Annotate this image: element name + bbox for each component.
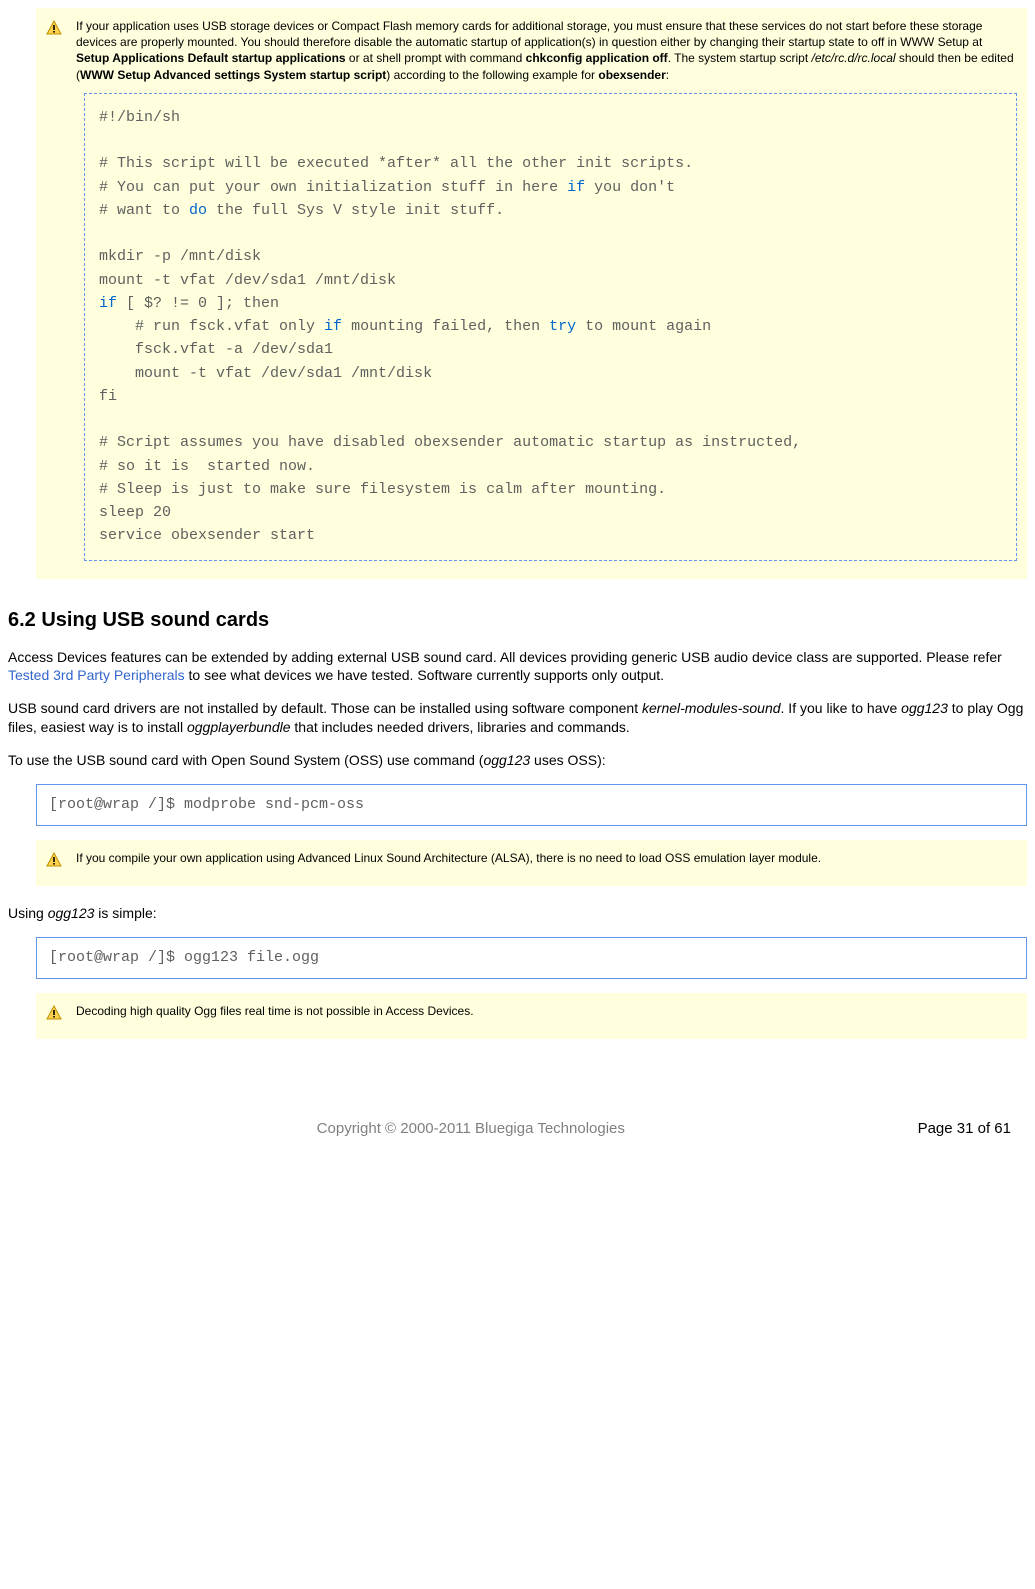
warning-icon — [46, 852, 62, 868]
warning-icon — [46, 1005, 62, 1021]
warning-note-decoding: Decoding high quality Ogg files real tim… — [36, 993, 1027, 1039]
warning-note-alsa: If you compile your own application usin… — [36, 840, 1027, 886]
paragraph-drivers: USB sound card drivers are not installed… — [8, 699, 1027, 737]
paragraph-ogg-simple: Using ogg123 is simple: — [8, 904, 1027, 923]
page-footer: Copyright © 2000-2011 Bluegiga Technolog… — [8, 1119, 1027, 1139]
paragraph-intro: Access Devices features can be extended … — [8, 648, 1027, 686]
warning-icon — [46, 20, 62, 36]
section-heading: 6.2 Using USB sound cards — [8, 607, 1027, 634]
code-block-startup-script: #!/bin/sh # This script will be executed… — [84, 93, 1017, 561]
command-modprobe: [root@wrap /]$ modprobe snd-pcm-oss — [36, 784, 1027, 826]
warning-text: If your application uses USB storage dev… — [76, 18, 1017, 83]
warning-text: If you compile your own application usin… — [76, 850, 821, 866]
footer-page-number: Page 31 of 61 — [918, 1119, 1011, 1139]
warning-text: Decoding high quality Ogg files real tim… — [76, 1003, 474, 1019]
paragraph-oss: To use the USB sound card with Open Soun… — [8, 751, 1027, 770]
warning-note-usb-storage: If your application uses USB storage dev… — [36, 8, 1027, 579]
link-tested-peripherals[interactable]: Tested 3rd Party Peripherals — [8, 667, 185, 683]
footer-copyright: Copyright © 2000-2011 Bluegiga Technolog… — [24, 1119, 918, 1139]
command-ogg123: [root@wrap /]$ ogg123 file.ogg — [36, 937, 1027, 979]
